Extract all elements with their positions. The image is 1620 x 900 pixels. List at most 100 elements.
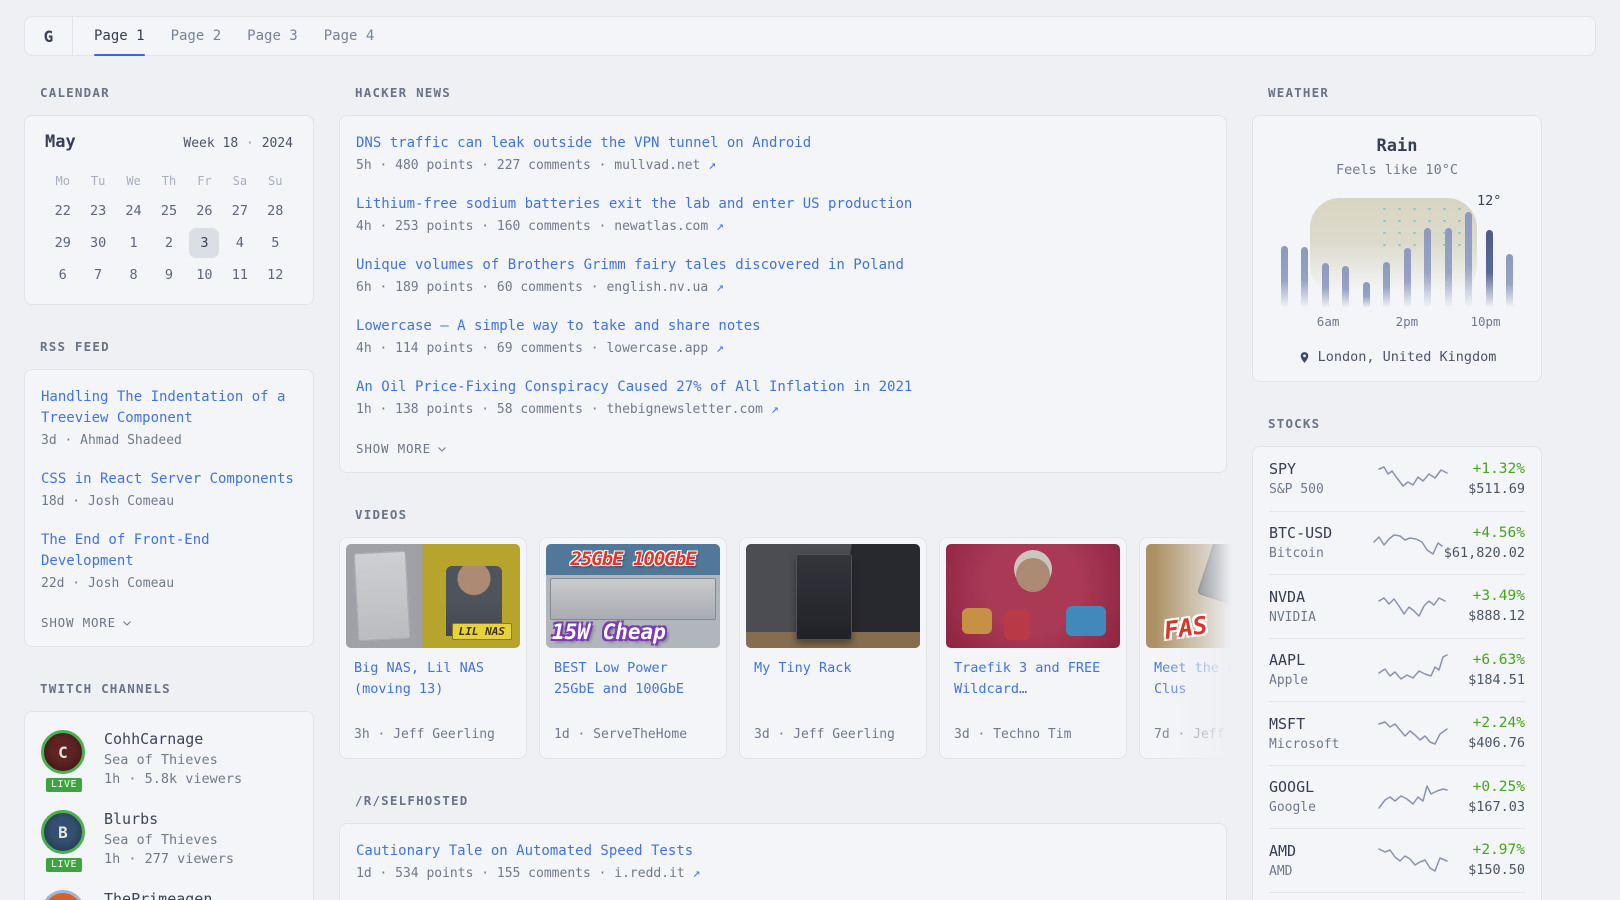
twitch-channel-name[interactable]: ThePrimeagen [104,890,212,900]
external-link-icon[interactable]: ↗ [716,341,724,356]
tab-page-4[interactable]: Page 4 [324,17,375,55]
twitch-widget: TWITCH CHANNELS C LIVE CohhCarnage Sea o… [24,681,314,900]
stock-ticker: AAPL [1269,651,1377,669]
weather-card: Rain Feels like 10°C [1252,115,1542,382]
news-item-title[interactable]: Unique volumes of Brothers Grimm fairy t… [356,255,1210,276]
video-card[interactable]: FAS Meet the new Linux Clus 7d · Jeff [1139,537,1249,759]
weather-header: WEATHER [1268,85,1542,100]
calendar-grid: Mo Tu We Th Fr Sa Su 22 23 24 25 26 27 2… [45,168,293,290]
nas-tower-graphic [354,551,411,642]
stock-ticker: BTC-USD [1269,524,1372,542]
stock-ticker: GOOGL [1269,778,1377,796]
avatar[interactable]: B [41,810,85,854]
news-item-title[interactable]: DNS traffic can leak outside the VPN tun… [356,133,1210,154]
video-thumbnail[interactable]: 25GbE 100GbE 15W Cheap [546,544,720,648]
avatar[interactable]: C [41,730,85,774]
chevron-down-icon [121,617,133,629]
weather-condition: Rain [1279,136,1515,156]
docker-whale-graphic [1066,606,1106,636]
stock-row-amd[interactable]: AMD AMD +2.97% $150.50 [1269,828,1525,892]
stock-sparkline [1377,716,1449,750]
twitch-channel-name[interactable]: Blurbs [104,810,234,828]
video-thumbnail[interactable] [746,544,920,648]
temp-bar [1465,212,1472,308]
video-thumbnail[interactable]: FAS [1146,544,1249,648]
live-badge: LIVE [44,856,84,874]
chevron-down-icon [436,443,448,455]
calendar-day: 7 [83,260,113,290]
news-item: DNS traffic can leak outside the VPN tun… [356,133,1210,173]
stock-row-aapl[interactable]: AAPL Apple +6.63% $184.51 [1269,638,1525,702]
stock-row-googl[interactable]: GOOGL Google +0.25% $167.03 [1269,765,1525,829]
tab-page-1[interactable]: Page 1 [94,17,145,55]
news-item-meta: 4h · 253 points · 160 comments · newatla… [356,219,1210,234]
weekday-label: Su [268,168,282,194]
stock-price: $406.76 [1468,735,1525,751]
tab-page-3[interactable]: Page 3 [247,17,298,55]
video-title[interactable]: Big NAS, Lil NAS (moving 13) [354,658,512,700]
tab-page-2[interactable]: Page 2 [171,17,222,55]
video-meta: 3d · Techno Tim [954,713,1112,742]
stock-ticker: MSFT [1269,715,1377,733]
video-title[interactable]: Traefik 3 and FREE Wildcard… [954,658,1112,700]
rss-item-title[interactable]: Handling The Indentation of a Treeview C… [41,387,297,429]
rss-item-title[interactable]: The End of Front-End Development [41,530,297,572]
calendar-card: May Week 18 · 2024 Mo Tu We Th Fr Sa Su … [24,115,314,305]
right-column: WEATHER Rain Feels like 10°C [1252,85,1542,900]
external-link-icon[interactable]: ↗ [693,866,701,881]
video-title[interactable]: BEST Low Power 25GbE and 100GbE Switch… [554,658,712,700]
external-link-icon[interactable]: ↗ [716,280,724,295]
weather-widget: WEATHER Rain Feels like 10°C [1252,85,1542,382]
news-item-title[interactable]: An Oil Price-Fixing Conspiracy Caused 27… [356,377,1210,398]
video-card[interactable]: 25GbE 100GbE 15W Cheap BEST Low Power 25… [539,537,727,759]
videos-header: VIDEOS [355,507,1227,522]
video-title[interactable]: My Tiny Rack [754,658,912,679]
person-graphic [1016,558,1050,592]
stock-price: $511.69 [1468,481,1525,497]
news-item-title[interactable]: Lowercase – A simple way to take and sha… [356,316,1210,337]
external-link-icon[interactable]: ↗ [771,402,779,417]
rss-show-more-button[interactable]: SHOW MORE [41,615,133,630]
temp-bar-current [1486,230,1493,308]
calendar-day: 29 [48,228,78,258]
stock-row-msft[interactable]: MSFT Microsoft +2.24% $406.76 [1269,701,1525,765]
stock-row-spy[interactable]: SPY S&P 500 +1.32% $511.69 [1269,447,1525,511]
stock-row-btc[interactable]: BTC-USD Bitcoin +4.56% $61,820.02 [1269,511,1525,575]
stock-change: +3.49% [1468,588,1525,604]
rss-item: The End of Front-End Development 22d · J… [41,530,297,591]
news-item: An Oil Price-Fixing Conspiracy Caused 27… [356,377,1210,417]
news-item-title[interactable]: Lithium-free sodium batteries exit the l… [356,194,1210,215]
calendar-day: 4 [225,228,255,258]
temp-bar [1506,254,1513,308]
hacker-news-show-more-button[interactable]: SHOW MORE [356,441,448,456]
stock-row-nvda[interactable]: NVDA NVIDIA +3.49% $888.12 [1269,574,1525,638]
video-thumbnail[interactable] [946,544,1120,648]
temp-bar [1322,263,1329,308]
avatar[interactable]: P [41,890,85,900]
external-link-icon[interactable]: ↗ [708,158,716,173]
external-link-icon[interactable]: ↗ [716,219,724,234]
top-nav: G Page 1 Page 2 Page 3 Page 4 [24,16,1596,56]
rss-item: Handling The Indentation of a Treeview C… [41,387,297,448]
rss-item: CSS in React Server Components 18d · Jos… [41,469,297,509]
video-title[interactable]: Meet the new Linux Clus [1154,658,1249,700]
video-card[interactable]: Traefik 3 and FREE Wildcard… 3d · Techno… [939,537,1127,759]
app-logo[interactable]: G [25,17,73,55]
reddit-item-title[interactable]: Cautionary Tale on Automated Speed Tests [356,841,1210,862]
news-item-meta: 5h · 480 points · 227 comments · mullvad… [356,158,1210,173]
decoration [1004,610,1030,640]
stock-row-rddt[interactable]: RDDT -1.59% [1269,892,1525,900]
video-thumbnail[interactable]: LIL NAS [346,544,520,648]
video-card[interactable]: My Tiny Rack 3d · Jeff Geerling [739,537,927,759]
thumbnail-caption: 25GbE 100GbE [546,548,720,570]
separator-dot: · [246,136,254,151]
rss-item-title[interactable]: CSS in React Server Components [41,469,297,490]
calendar-day: 2 [154,228,184,258]
news-item-meta: 6h · 189 points · 60 comments · english.… [356,280,1210,295]
temp-bar [1404,248,1411,308]
hacker-news-header: HACKER NEWS [355,85,1227,100]
video-card[interactable]: LIL NAS Big NAS, Lil NAS (moving 13) 3h … [339,537,527,759]
twitch-channel-name[interactable]: CohhCarnage [104,730,242,748]
live-badge: LIVE [44,776,84,794]
decoration [962,608,992,634]
